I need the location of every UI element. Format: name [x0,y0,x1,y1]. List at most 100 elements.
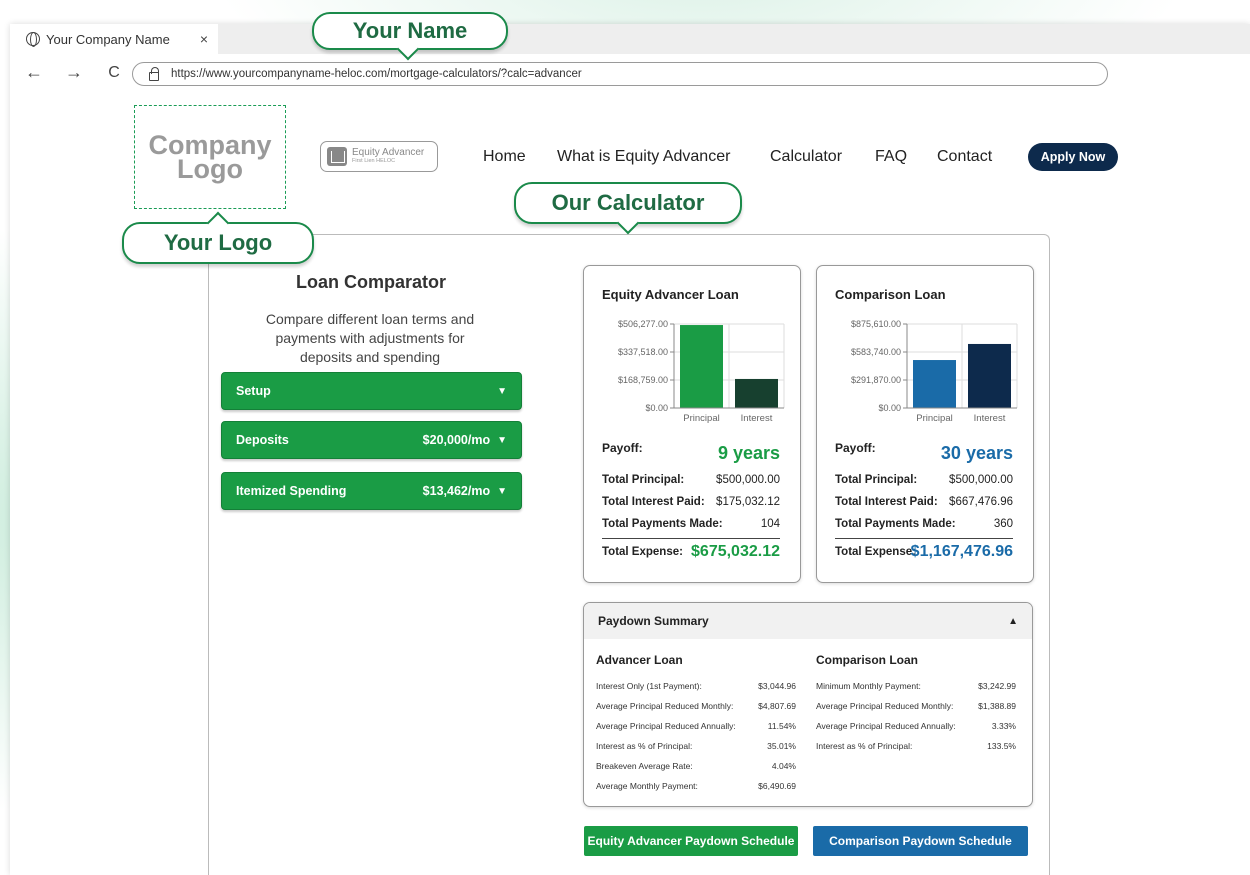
equity-advancer-schedule-button[interactable]: Equity Advancer Paydown Schedule [584,826,798,856]
row-value: 104 [760,518,780,530]
globe-icon [26,32,40,47]
payoff-label: Payoff: [602,441,643,455]
house-icon [327,147,347,166]
itemized-spending-accordion[interactable]: Itemized Spending $13,462/mo ▼ [221,472,522,510]
company-logo-placeholder[interactable]: Company Logo [134,105,286,209]
summary-value: 4.04% [771,761,796,771]
summary-value: 133.5% [987,741,1016,751]
your-name-callout: Your Name [312,12,508,61]
summary-row: Average Principal Reduced Annually: 11.54… [596,716,796,736]
row-value: $175,032.12 [716,496,780,508]
row-label: Total Principal: [835,474,918,486]
chevron-up-icon[interactable]: ▲ [1008,616,1018,627]
deposits-accordion[interactable]: Deposits $20,000/mo ▼ [221,421,522,459]
summary-label: Average Principal Reduced Monthly: [816,701,954,711]
summary-row: Average Principal Reduced Monthly: $1,388… [816,696,1016,716]
nav-calculator[interactable]: Calculator [770,148,842,166]
address-bar[interactable]: https://www.yourcompanyname-heloc.com/mo… [132,62,1108,86]
loan-comparator-description: Compare different loan terms and payment… [265,311,475,365]
apply-now-button[interactable]: Apply Now [1028,143,1118,171]
lock-icon [149,66,159,81]
summary-label: Interest Only (1st Payment): [596,681,702,691]
summary-row: Minimum Monthly Payment: $3,242.99 [816,676,1016,696]
payoff-value: 30 years [940,443,1013,463]
card-title: Comparison Loan [835,287,946,302]
y-tick-label: $0.00 [878,403,901,413]
bar-interest [735,378,778,408]
total-expense-value: $675,032.12 [691,543,780,560]
bar-interest [968,343,1011,408]
close-tab-icon[interactable]: × [200,31,208,47]
bar-principal [913,360,956,408]
divider [835,538,1013,539]
equity-advancer-chart: $0.00 $168,759.00 $337,518.00 $506,277.00 Pr… [618,319,785,424]
comparison-schedule-button[interactable]: Comparison Paydown Schedule [813,826,1028,856]
summary-row: Interest as % of Principal: 35.01% [596,736,796,756]
equity-advancer-loan-card: Equity Advancer Loan $0.00 $168,759.00 $33… [583,265,801,583]
back-arrow-icon[interactable]: ← [20,62,48,83]
loan-comparator-title: Loan Comparator [296,272,447,292]
paydown-summary-panel: Paydown Summary ▲ Advancer Loan Interest… [583,602,1033,807]
total-payments-row: Total Payments Made: 104 [602,518,780,530]
row-label: Total Interest Paid: [835,496,938,508]
nav-what-is-equity-advancer[interactable]: What is Equity Advancer [557,148,730,166]
summary-label: Minimum Monthly Payment: [816,681,921,691]
nav-faq[interactable]: FAQ [875,148,907,166]
total-expense-label: Total Expense: [835,546,916,558]
summary-label: Average Monthly Payment: [596,781,698,791]
row-label: Total Payments Made: [835,518,956,530]
y-tick-label: $168,759.00 [618,375,668,385]
total-payments-row: Total Payments Made: 360 [835,518,1013,530]
y-tick-label: $506,277.00 [618,319,668,329]
summary-value: 3.33% [991,721,1016,731]
paydown-summary-title: Paydown Summary [598,614,709,628]
chevron-down-icon: ▼ [497,385,507,397]
summary-label: Average Principal Reduced Monthly: [596,701,734,711]
badge-subtitle: First Lien HELOC [352,157,396,164]
nav-contact[interactable]: Contact [937,148,992,166]
browser-tab[interactable]: Your Company Name × [10,24,218,54]
equity-advancer-badge: Equity Advancer First Lien HELOC [320,141,438,172]
total-expense-value: $1,167,476.96 [910,543,1013,560]
total-principal-row: Total Principal: $500,000.00 [602,474,780,486]
setup-accordion[interactable]: Setup ▼ [221,372,522,410]
y-tick-label: $0.00 [645,403,668,413]
paydown-summary-header[interactable]: Paydown Summary ▲ [584,603,1032,639]
summary-value: $6,490.69 [758,781,796,791]
summary-value: 11.54% [767,721,796,731]
row-label: Total Principal: [602,474,685,486]
forward-arrow-icon[interactable]: → [60,62,88,83]
y-tick-label: $583,740.00 [851,347,901,357]
comparison-loan-card: Comparison Loan $0.00 $291,870.00 $583,740… [816,265,1034,583]
url-text: https://www.yourcompanyname-heloc.com/mo… [171,68,582,80]
reload-icon[interactable]: C [100,64,128,82]
row-label: Total Interest Paid: [602,496,705,508]
deposits-label: Deposits [236,433,289,447]
row-value: $500,000.00 [949,474,1013,486]
x-tick-label: Principal [683,413,719,424]
advancer-summary-title: Advancer Loan [596,653,683,667]
summary-value: $3,044.96 [758,681,796,691]
nav-home[interactable]: Home [483,148,526,166]
summary-value: $3,242.99 [978,681,1016,691]
chevron-down-icon: ▼ [497,434,507,446]
x-tick-label: Principal [916,413,952,424]
setup-label: Setup [236,384,271,398]
payoff-label: Payoff: [835,441,876,455]
our-calculator-callout: Our Calculator [514,182,742,235]
x-tick-label: Interest [741,413,773,424]
summary-row: Breakeven Average Rate: 4.04% [596,756,796,776]
summary-value: 35.01% [767,741,796,751]
your-logo-callout: Your Logo [122,211,314,264]
deposits-value: $20,000/mo [422,433,491,447]
badge-name: Equity Advancer [352,146,425,158]
summary-label: Average Principal Reduced Annually: [596,721,736,731]
summary-label: Interest as % of Principal: [816,741,913,751]
row-value: $667,476.96 [949,496,1013,508]
bar-principal [680,325,723,408]
your-logo-callout-text: Your Logo [163,230,273,255]
total-expense-label: Total Expense: [602,546,683,558]
total-interest-row: Total Interest Paid: $175,032.12 [602,496,780,508]
x-tick-label: Interest [974,413,1006,424]
total-interest-row: Total Interest Paid: $667,476.96 [835,496,1013,508]
